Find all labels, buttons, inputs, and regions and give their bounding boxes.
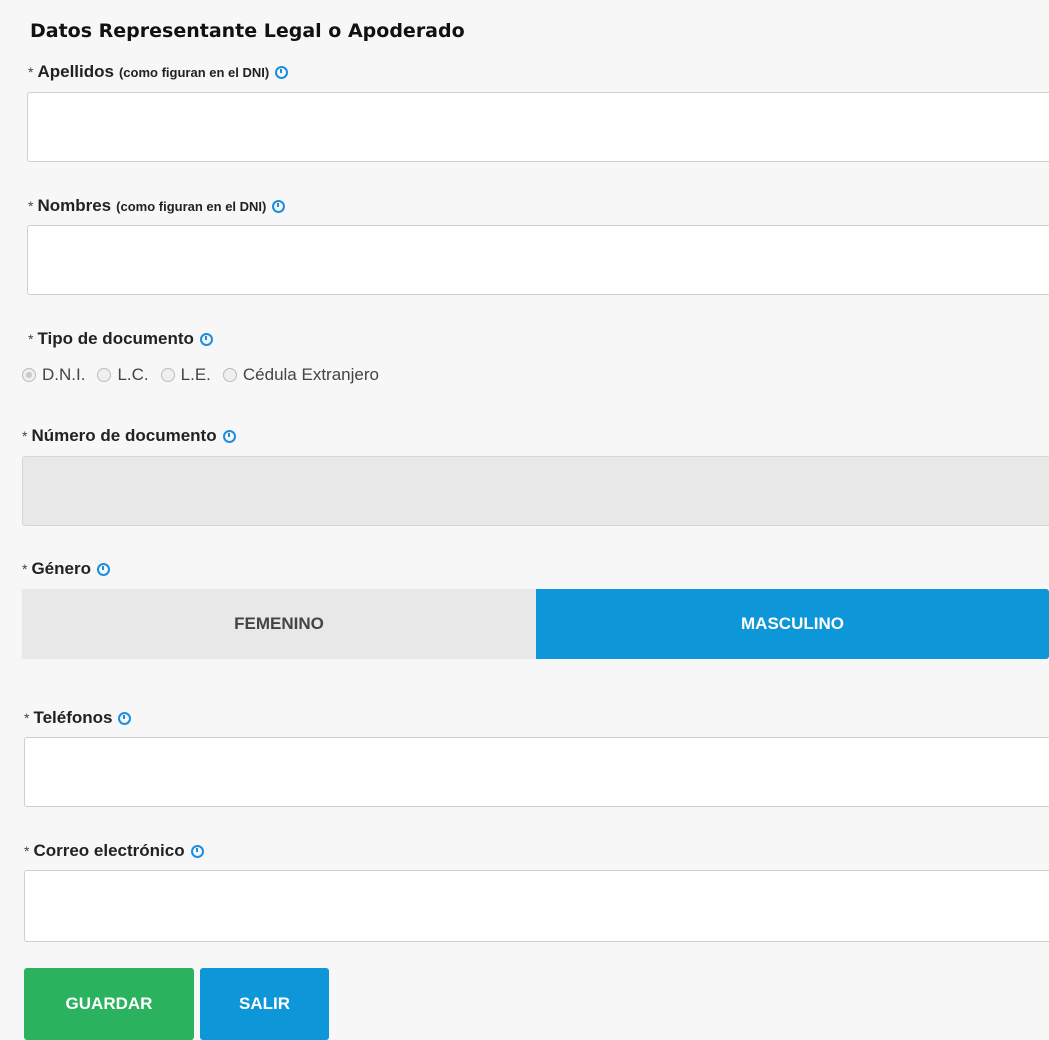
radio-cedula-extranjero[interactable]: Cédula Extranjero xyxy=(222,365,379,385)
salir-button[interactable]: SALIR xyxy=(200,968,329,1040)
clock-info-icon[interactable] xyxy=(199,332,213,346)
genero-femenino-button[interactable]: FEMENINO xyxy=(22,589,536,659)
numero-documento-label: * Número de documento xyxy=(22,426,236,446)
genero-toggle: FEMENINO MASCULINO xyxy=(22,589,1049,659)
clock-info-icon[interactable] xyxy=(190,844,204,858)
nombres-hint: (como figuran en el DNI) xyxy=(116,198,267,214)
required-mark: * xyxy=(22,428,28,444)
radio-dni-dot[interactable] xyxy=(22,368,36,382)
radio-lc-dot[interactable] xyxy=(97,368,112,382)
apellidos-label-text: Apellidos xyxy=(37,62,114,81)
clock-info-icon[interactable] xyxy=(222,429,236,443)
clock-info-icon[interactable] xyxy=(272,199,286,213)
nombres-input[interactable] xyxy=(27,225,1049,295)
numero-documento-label-text: Número de documento xyxy=(31,426,217,445)
radio-dni-label: D.N.I. xyxy=(42,365,86,384)
radio-cedula-dot[interactable] xyxy=(222,368,237,382)
required-mark: * xyxy=(28,331,34,347)
guardar-button[interactable]: GUARDAR xyxy=(24,968,194,1040)
radio-le-dot[interactable] xyxy=(160,368,175,382)
genero-label-text: Género xyxy=(31,559,91,578)
telefonos-label-text: Teléfonos xyxy=(33,708,113,727)
nombres-label-text: Nombres xyxy=(37,196,112,215)
correo-label-text: Correo electrónico xyxy=(33,841,185,860)
genero-masculino-button[interactable]: MASCULINO xyxy=(536,589,1049,659)
radio-lc[interactable]: L.C. xyxy=(97,365,149,385)
apellidos-hint: (como figuran en el DNI) xyxy=(118,64,270,80)
numero-documento-input xyxy=(22,456,1049,526)
nombres-label: * Nombres (como figuran en el DNI) xyxy=(28,196,286,216)
clock-info-icon[interactable] xyxy=(96,562,110,576)
section-title: Datos Representante Legal o Apoderado xyxy=(30,20,465,42)
required-mark: * xyxy=(28,198,34,214)
clock-info-icon[interactable] xyxy=(275,65,289,79)
telefonos-input[interactable] xyxy=(24,737,1049,807)
radio-dni[interactable]: D.N.I. xyxy=(22,365,85,385)
apellidos-label: * Apellidos (como figuran en el DNI) xyxy=(28,62,289,82)
radio-le[interactable]: L.E. xyxy=(160,365,211,385)
apellidos-input[interactable] xyxy=(27,92,1049,162)
required-mark: * xyxy=(24,843,30,859)
radio-lc-label: L.C. xyxy=(117,365,149,384)
genero-label: * Género xyxy=(22,559,110,579)
tipo-documento-label: * Tipo de documento xyxy=(28,329,213,349)
correo-input[interactable] xyxy=(24,870,1049,942)
correo-label: * Correo electrónico xyxy=(24,841,204,861)
required-mark: * xyxy=(24,710,30,726)
tipo-documento-label-text: Tipo de documento xyxy=(37,329,194,348)
required-mark: * xyxy=(28,64,34,80)
tipo-documento-radio-group: D.N.I. L.C. L.E. Cédula Extranjero xyxy=(22,365,391,385)
telefonos-label: * Teléfonos xyxy=(24,708,132,728)
required-mark: * xyxy=(22,561,28,577)
radio-le-label: L.E. xyxy=(180,365,211,384)
clock-info-icon[interactable] xyxy=(118,711,132,725)
radio-cedula-label: Cédula Extranjero xyxy=(242,365,379,384)
